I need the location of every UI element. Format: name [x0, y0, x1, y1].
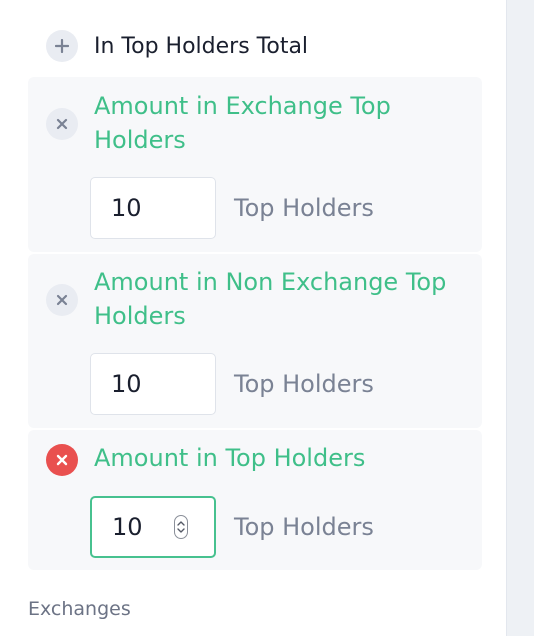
holders-count-row: 10 Top Holders: [90, 353, 374, 415]
holders-count-row: 10 Top Holders: [90, 496, 374, 558]
close-icon[interactable]: [46, 108, 78, 140]
scrollbar-track[interactable]: [506, 0, 534, 636]
add-metric-row[interactable]: In Top Holders Total: [46, 30, 308, 62]
plus-icon[interactable]: [46, 30, 78, 62]
metric-label: In Top Holders Total: [94, 33, 309, 59]
metric-title: Amount in Exchange Top Holders: [94, 92, 391, 154]
holders-unit-label: Top Holders: [234, 194, 374, 222]
section-title-exchanges: Exchanges: [28, 598, 131, 620]
stepper-arrows-icon: [177, 521, 185, 533]
metric-title: Amount in Non Exchange Top Holders: [94, 268, 447, 330]
metric-card-exchange-top-holders: Amount in Exchange Top Holders 10 Top Ho…: [28, 77, 482, 252]
close-icon[interactable]: [46, 444, 78, 476]
number-stepper[interactable]: [174, 515, 188, 539]
metric-card-non-exchange-top-holders: Amount in Non Exchange Top Holders 10 To…: [28, 254, 482, 428]
metrics-panel: In Top Holders Total Amount in Exchange …: [0, 0, 506, 636]
holders-unit-label: Top Holders: [234, 370, 374, 398]
metric-card-top-holders: Amount in Top Holders 10 Top Holders: [28, 430, 482, 570]
holders-count-input[interactable]: 10: [90, 177, 216, 239]
close-icon[interactable]: [46, 284, 78, 316]
holders-count-row: 10 Top Holders: [90, 177, 374, 239]
holders-unit-label: Top Holders: [234, 513, 374, 541]
holders-count-value: 10: [112, 513, 143, 541]
metric-title: Amount in Top Holders: [94, 444, 366, 472]
holders-count-input[interactable]: 10: [90, 353, 216, 415]
holders-count-input[interactable]: 10: [90, 496, 216, 558]
